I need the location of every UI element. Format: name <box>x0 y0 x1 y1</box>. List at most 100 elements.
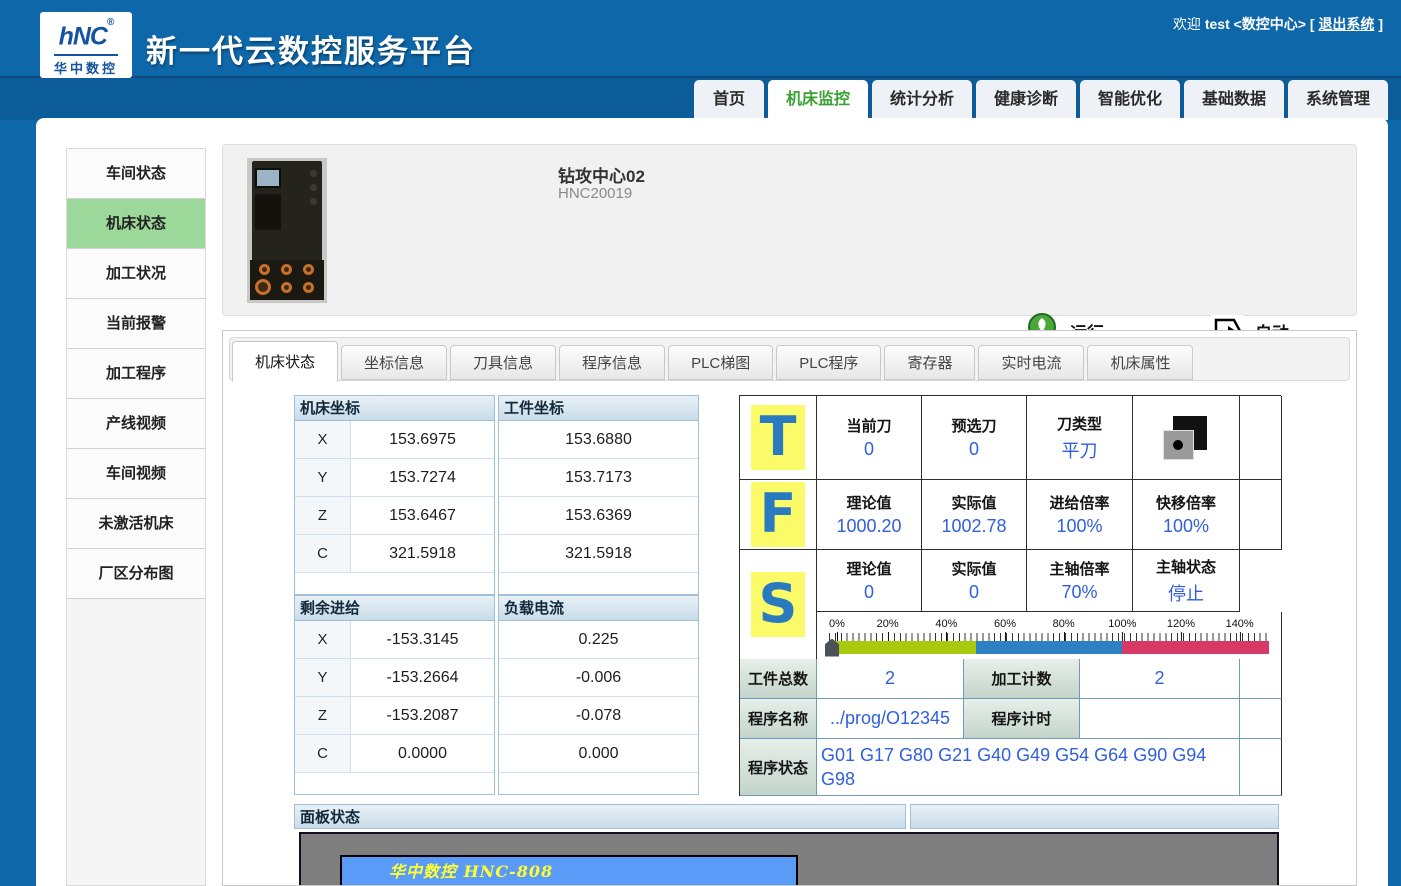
work-coord-x: 153.6880 <box>499 421 698 458</box>
spindle-override-value: 70% <box>1061 582 1097 603</box>
detail-tabstrip: 机床状态 坐标信息 刀具信息 程序信息 PLC梯图 PLC程序 寄存器 实时电流… <box>229 337 1350 381</box>
sidebar-item-workshop-video[interactable]: 车间视频 <box>67 449 205 499</box>
spindle-override-label: 主轴倍率 <box>1049 558 1109 579</box>
empty-cell <box>1240 699 1282 739</box>
tab-coordinate-info[interactable]: 坐标信息 <box>341 345 447 380</box>
tab-plc-program[interactable]: PLC程序 <box>776 345 881 380</box>
logout-link[interactable]: 退出系统 <box>1318 16 1374 32</box>
tool-type-label: 刀类型 <box>1057 413 1102 434</box>
sidebar-item-factory-map[interactable]: 厂区分布图 <box>67 549 205 599</box>
empty-cell <box>1240 659 1282 699</box>
machine-photo <box>247 158 327 303</box>
tool-letter: T <box>751 405 805 470</box>
gauge-segment-mid <box>976 641 1123 654</box>
hnc-logo-chinese: 华中数控 <box>54 54 118 77</box>
axis-label: C <box>295 735 351 772</box>
program-timer-value <box>1080 699 1240 739</box>
tab-machine-properties[interactable]: 机床属性 <box>1087 345 1193 380</box>
remaining-feed-header: 剩余进给 <box>295 596 494 621</box>
gauge-bar <box>829 641 1269 654</box>
bracket-open: [ <box>1310 16 1315 32</box>
tool-icon <box>1161 416 1211 460</box>
spindle-theory-value: 0 <box>864 582 874 603</box>
workpiece-total-label: 工件总数 <box>740 659 817 699</box>
feed-letter: F <box>751 482 805 547</box>
nav-tab-machine-monitor[interactable]: 机床监控 <box>768 80 868 122</box>
preselect-tool-value: 0 <box>969 439 979 460</box>
tab-registers[interactable]: 寄存器 <box>884 345 975 380</box>
program-name-value: ../prog/O12345 <box>817 699 964 739</box>
load-current-table: 负载电流 0.225 -0.006 -0.078 0.000 <box>498 595 699 795</box>
program-status-gcodes: G01 G17 G80 G21 G40 G49 G54 G64 G90 G94 … <box>817 739 1240 796</box>
axis-label: Y <box>295 459 351 496</box>
empty-cell <box>1240 480 1282 550</box>
spindle-letter: S <box>751 572 805 637</box>
current-tool-label: 当前刀 <box>846 415 891 436</box>
tab-realtime-current[interactable]: 实时电流 <box>978 345 1084 380</box>
axis-label: Z <box>295 697 351 734</box>
page-title: 新一代云数控服务平台 <box>146 26 476 71</box>
feed-theory-label: 理论值 <box>846 492 891 513</box>
machine-coord-c: 321.5918 <box>351 535 494 572</box>
machine-code: HNC20019 <box>558 185 632 202</box>
remain-x: -153.3145 <box>351 621 494 658</box>
tab-program-info[interactable]: 程序信息 <box>559 345 665 380</box>
sidebar-item-machining-program[interactable]: 加工程序 <box>67 349 205 399</box>
machining-count-value: 2 <box>1080 659 1240 699</box>
work-coord-c: 321.5918 <box>499 535 698 572</box>
sidebar-item-line-video[interactable]: 产线视频 <box>67 399 205 449</box>
nav-tab-home[interactable]: 首页 <box>694 80 764 120</box>
empty-cell <box>1240 396 1282 480</box>
program-info-grid: 工件总数 2 加工计数 2 程序名称 ../prog/O12345 程序计时 程… <box>739 659 1281 796</box>
sidebar-item-inactive-machines[interactable]: 未激活机床 <box>67 499 205 549</box>
program-timer-label: 程序计时 <box>964 699 1080 739</box>
preselect-tool-label: 预选刀 <box>951 415 996 436</box>
hnc-logo-wordmark: hNC® <box>40 18 132 51</box>
panel-status-header-spacer <box>910 804 1279 829</box>
cloud-cnc-platform-page: hNC® 华中数控 新一代云数控服务平台 欢迎 test <数控中心> [ 退出… <box>0 0 1401 886</box>
hmi-screen-text: 华中数控 HNC-808 <box>340 855 798 886</box>
axis-label: X <box>295 421 351 458</box>
nav-tab-health[interactable]: 健康诊断 <box>976 80 1076 120</box>
feed-override-label: 进给倍率 <box>1049 492 1109 513</box>
spindle-theory-label: 理论值 <box>846 558 891 579</box>
welcome-prefix: 欢迎 <box>1173 16 1201 32</box>
hnc-logo: hNC® 华中数控 <box>40 12 132 78</box>
machine-coord-x: 153.6975 <box>351 421 494 458</box>
gauge-segment-low <box>829 641 976 654</box>
remain-y: -153.2664 <box>351 659 494 696</box>
remaining-feed-table: 剩余进给 X-153.3145 Y-153.2664 Z-153.2087 C0… <box>294 595 495 795</box>
workpiece-total-value: 2 <box>817 659 964 699</box>
rapid-override-value: 100% <box>1163 516 1209 537</box>
work-coords-table: 工件坐标 153.6880 153.7173 153.6369 321.5918 <box>498 395 699 595</box>
tab-plc-ladder[interactable]: PLC梯图 <box>668 345 773 380</box>
work-coords-header: 工件坐标 <box>499 396 698 421</box>
tab-machine-status[interactable]: 机床状态 <box>232 341 338 382</box>
sidebar-item-current-alarms[interactable]: 当前报警 <box>67 299 205 349</box>
machine-detail-panel: 机床状态 坐标信息 刀具信息 程序信息 PLC梯图 PLC程序 寄存器 实时电流… <box>222 330 1357 886</box>
welcome-bar: 欢迎 test <数控中心> [ 退出系统 ] <box>1173 14 1383 34</box>
nav-tab-optimization[interactable]: 智能优化 <box>1080 80 1180 120</box>
remain-c: 0.0000 <box>351 735 494 772</box>
nav-tab-system[interactable]: 系统管理 <box>1288 80 1388 120</box>
gauge-tick-labels: 0% 20% 40% 60% 80% 100% 120% 140% <box>829 618 1269 632</box>
spindle-state-label: 主轴状态 <box>1156 556 1216 577</box>
nav-tab-base-data[interactable]: 基础数据 <box>1184 80 1284 120</box>
axis-label: C <box>295 535 351 572</box>
machining-count-label: 加工计数 <box>964 659 1080 699</box>
nav-tab-statistics[interactable]: 统计分析 <box>872 80 972 120</box>
spindle-actual-value: 0 <box>969 582 979 603</box>
machine-coords-header: 机床坐标 <box>295 396 494 421</box>
program-status-label: 程序状态 <box>740 739 817 796</box>
load-x: 0.225 <box>499 621 698 658</box>
gauge-ruler <box>829 633 1269 641</box>
sidebar-item-workshop-status[interactable]: 车间状态 <box>67 149 205 199</box>
registered-mark: ® <box>107 17 113 28</box>
feed-theory-value: 1000.20 <box>836 516 901 537</box>
sidebar-item-machine-status[interactable]: 机床状态 <box>67 199 205 249</box>
tab-tool-info[interactable]: 刀具信息 <box>450 345 556 380</box>
machine-coords-table: 机床坐标 X153.6975 Y153.7274 Z153.6467 C321.… <box>294 395 495 595</box>
program-name-label: 程序名称 <box>740 699 817 739</box>
machine-coord-z: 153.6467 <box>351 497 494 534</box>
sidebar-item-machining-status[interactable]: 加工状况 <box>67 249 205 299</box>
